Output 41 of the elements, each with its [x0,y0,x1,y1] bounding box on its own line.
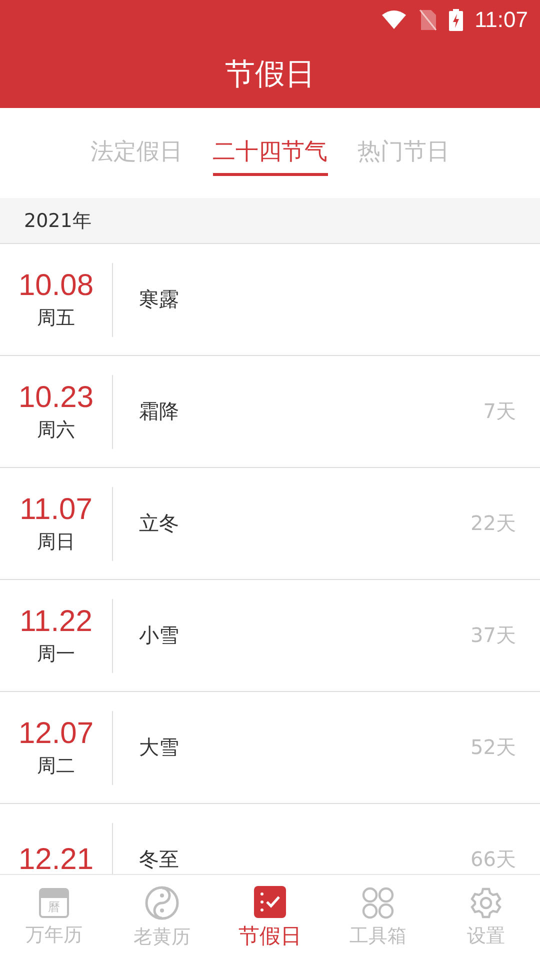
days-count: 7天 [483,398,517,425]
solar-term-name: 寒露 [138,286,180,313]
page-title: 节假日 [224,56,316,94]
weekday-text: 周日 [37,530,75,554]
solar-term-name: 小雪 [138,622,180,649]
weekday-text: 周二 [37,754,75,778]
nav-tab[interactable]: 节假日 [216,875,324,960]
days-count: 66天 [470,846,517,873]
nav-tab[interactable]: 工具箱 [324,875,432,960]
clock-time: 11:07 [474,7,528,33]
date-text: 12.21 [18,842,94,874]
settings-icon [470,886,502,918]
date-text: 12.07 [18,716,94,750]
date-text: 11.22 [20,604,92,638]
grid-icon [362,886,394,918]
checklist-icon [254,886,286,918]
days-count: 22天 [470,510,517,537]
yin-yang-icon [145,886,179,920]
calendar-icon: 曆 [39,888,69,918]
no-sim-icon [418,9,437,31]
weekday-text: 周一 [37,642,75,666]
date-text: 10.23 [18,380,94,414]
solar-term-name: 冬至 [138,846,180,873]
solar-term-name: 立冬 [138,510,180,537]
wifi-icon [380,10,407,30]
nav-tab[interactable]: 老黄历 [108,875,216,960]
tab[interactable]: 热门节日 [358,130,450,176]
date-text: 10.08 [18,268,94,302]
battery-icon [448,9,463,31]
nav-tab[interactable]: 设置 [432,875,540,960]
tab[interactable]: 二十四节气 [212,130,328,176]
solar-term-name: 大雪 [138,734,180,761]
nav-tab[interactable]: 曆 万年历 [0,875,108,960]
date-text: 11.07 [20,492,92,526]
year-header: 2021年 [0,198,540,244]
solar-term-name: 霜降 [138,398,180,425]
weekday-text: 周五 [37,306,75,330]
weekday-text: 周六 [37,418,75,442]
days-count: 37天 [470,622,517,649]
tab[interactable]: 法定假日 [90,130,182,176]
days-count: 52天 [470,734,517,761]
